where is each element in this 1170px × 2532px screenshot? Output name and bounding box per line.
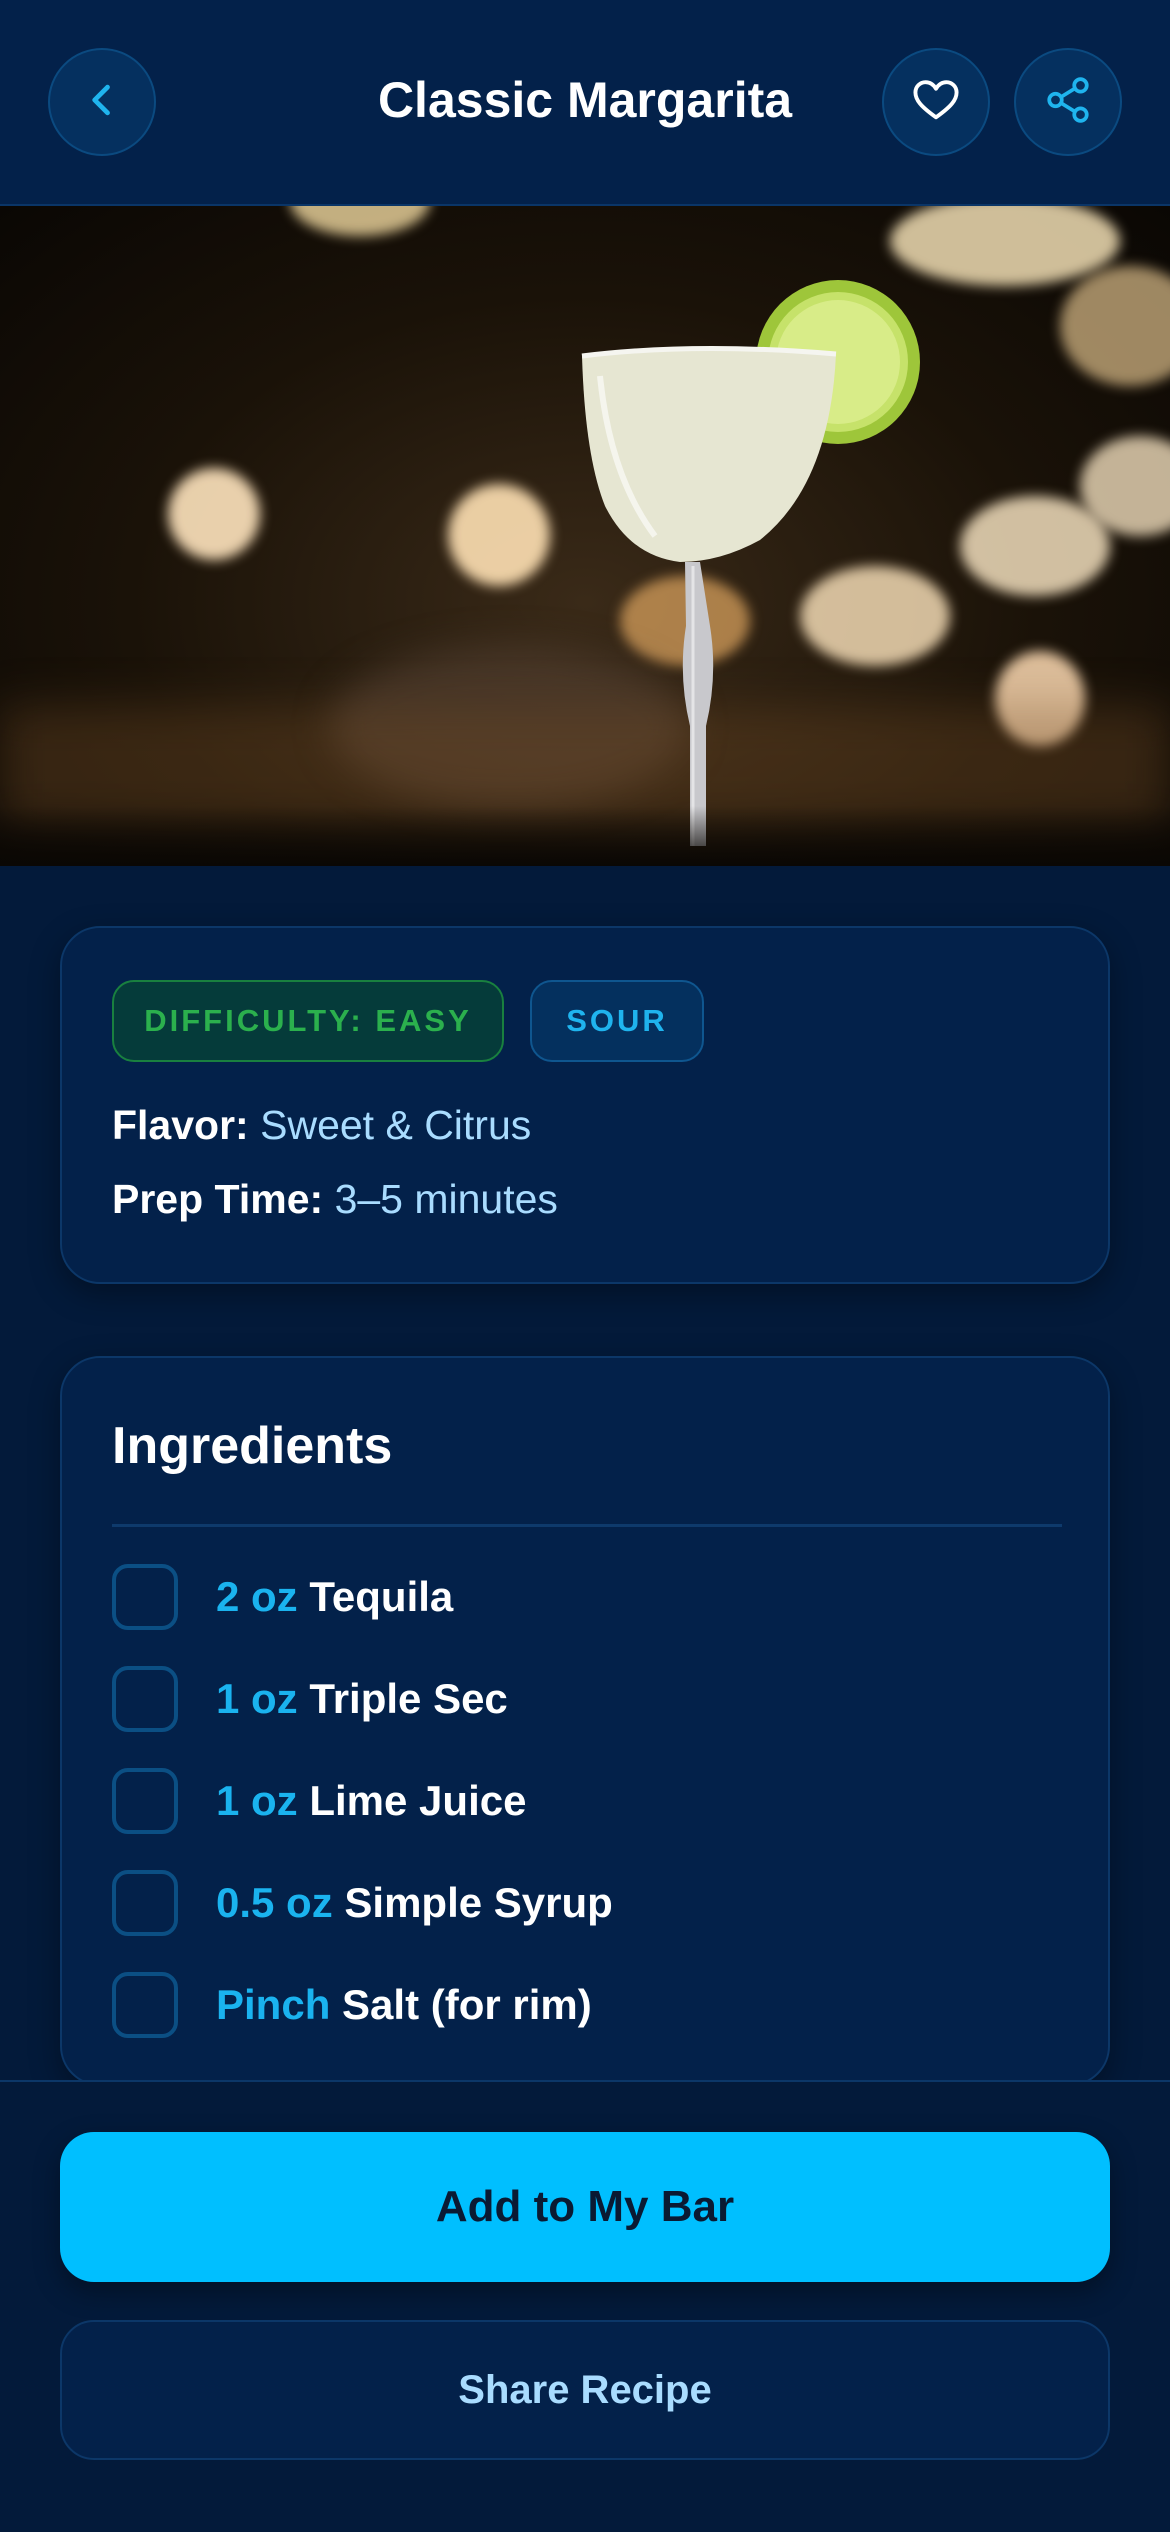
ingredient-checkbox[interactable] — [112, 1768, 178, 1834]
heart-icon — [910, 74, 962, 131]
ingredient-item[interactable]: 0.5 oz Simple Syrup — [112, 1870, 613, 1936]
chevron-left-icon — [80, 78, 124, 127]
ingredient-checkbox[interactable] — [112, 1870, 178, 1936]
difficulty-badge: DIFFICULTY: EASY — [112, 980, 504, 1062]
share-icon — [1043, 75, 1093, 130]
divider — [112, 1524, 1062, 1527]
app-header: Classic Margarita — [0, 0, 1170, 206]
ingredient-quantity: 2 oz — [216, 1573, 298, 1620]
ingredient-item[interactable]: 1 oz Triple Sec — [112, 1666, 508, 1732]
ingredient-item[interactable]: 1 oz Lime Juice — [112, 1768, 526, 1834]
back-button[interactable] — [48, 48, 156, 156]
prep-time-label: Prep Time: — [112, 1176, 324, 1222]
bottom-action-bar: Add to My Bar Share Recipe — [0, 2080, 1170, 2532]
ingredient-quantity: 1 oz — [216, 1777, 298, 1824]
ingredients-title: Ingredients — [112, 1417, 393, 1475]
margarita-glass-icon — [581, 280, 920, 846]
ingredient-name: Simple Syrup — [344, 1879, 613, 1926]
flavor-label: Flavor: — [112, 1102, 249, 1148]
recipe-info-card: DIFFICULTY: EASY SOUR Flavor: Sweet & Ci… — [60, 926, 1110, 1284]
hero-image — [0, 206, 1170, 866]
ingredient-checkbox[interactable] — [112, 1564, 178, 1630]
flavor-value: Sweet & Citrus — [260, 1102, 532, 1148]
page-title: Classic Margarita — [377, 72, 793, 128]
ingredient-name: Tequila — [309, 1573, 454, 1620]
flavor-row: Flavor: Sweet & Citrus — [112, 1098, 531, 1152]
share-button[interactable] — [1014, 48, 1122, 156]
prep-time-value: 3–5 minutes — [334, 1176, 558, 1222]
ingredient-quantity: 0.5 oz — [216, 1879, 333, 1926]
share-recipe-button[interactable]: Share Recipe — [60, 2320, 1110, 2460]
category-badge: SOUR — [530, 980, 704, 1062]
ingredient-item[interactable]: Pinch Salt (for rim) — [112, 1972, 592, 2038]
ingredient-name: Triple Sec — [309, 1675, 508, 1722]
ingredients-card: Ingredients 2 oz Tequila 1 oz Triple Sec… — [60, 1356, 1110, 2086]
ingredient-item[interactable]: 2 oz Tequila — [112, 1564, 453, 1630]
ingredient-name: Lime Juice — [309, 1777, 527, 1824]
add-to-bar-button[interactable]: Add to My Bar — [60, 2132, 1110, 2282]
ingredient-quantity: Pinch — [216, 1981, 331, 2028]
ingredient-checkbox[interactable] — [112, 1972, 178, 2038]
favorite-button[interactable] — [882, 48, 990, 156]
ingredient-checkbox[interactable] — [112, 1666, 178, 1732]
prep-time-row: Prep Time: 3–5 minutes — [112, 1172, 558, 1226]
ingredient-name: Salt (for rim) — [342, 1981, 592, 2028]
ingredient-quantity: 1 oz — [216, 1675, 298, 1722]
